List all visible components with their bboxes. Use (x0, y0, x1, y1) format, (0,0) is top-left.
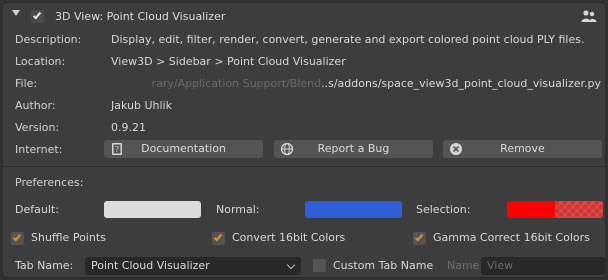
author-value: Jakub Uhlik (111, 99, 172, 112)
report-bug-button[interactable]: Report a Bug (274, 140, 433, 158)
collapse-arrow-icon[interactable] (12, 10, 20, 16)
addon-title: 3D View: Point Cloud Visualizer (55, 10, 226, 23)
location-label: Location: (15, 55, 66, 68)
selection-color-swatch[interactable] (507, 201, 603, 218)
addon-enable-checkbox[interactable] (31, 10, 44, 23)
users-icon (581, 10, 597, 22)
remove-button[interactable]: Remove (443, 140, 602, 158)
name-placeholder: View (487, 259, 514, 272)
selection-color-label: Selection: (416, 203, 471, 216)
internet-label: Internet: (15, 143, 63, 156)
name-label: Name: (447, 259, 484, 272)
custom-tab-checkbox[interactable] (313, 259, 326, 272)
default-color-swatch[interactable] (104, 201, 201, 218)
url-globe-icon (280, 142, 294, 156)
default-color-label: Default: (15, 203, 59, 216)
help-book-icon: ? (112, 143, 122, 155)
remove-label: Remove (500, 142, 545, 155)
normal-color-swatch[interactable] (305, 201, 402, 218)
version-label: Version: (15, 121, 60, 134)
cancel-circle-icon (450, 143, 462, 155)
tab-name-label: Tab Name: (15, 259, 74, 272)
author-label: Author: (15, 99, 56, 112)
custom-tab-name-input[interactable]: View (481, 257, 605, 275)
documentation-label: Documentation (141, 142, 226, 155)
section-divider (3, 166, 605, 167)
location-value: View3D > Sidebar > Point Cloud Visualize… (111, 55, 346, 68)
addon-panel: 3D View: Point Cloud Visualizer Descript… (2, 2, 606, 278)
custom-tab-label: Custom Tab Name (333, 259, 434, 272)
addon-header[interactable]: 3D View: Point Cloud Visualizer (3, 3, 605, 29)
svg-text:?: ? (115, 145, 119, 154)
tab-name-select[interactable]: Point Cloud Visualizer (85, 257, 301, 275)
chevron-down-icon (286, 260, 296, 270)
file-path: ..s/addons/space_view3d_point_cloud_visu… (321, 77, 601, 90)
shuffle-points-label: Shuffle Points (31, 231, 106, 244)
tab-name-value: Point Cloud Visualizer (91, 259, 210, 272)
gamma-correct-label: Gamma Correct 16bit Colors (433, 231, 590, 244)
description-value: Display, edit, filter, render, convert, … (111, 33, 585, 46)
file-value: rary/Application Support/Blend..s/addons… (111, 77, 601, 90)
description-label: Description: (15, 33, 82, 46)
documentation-button[interactable]: ? Documentation (104, 140, 263, 158)
preferences-title: Preferences: (15, 176, 84, 189)
file-path-faded: rary/Application Support/Blend (151, 77, 322, 90)
normal-color-label: Normal: (216, 203, 260, 216)
shuffle-points-checkbox[interactable] (11, 232, 24, 245)
file-label: File: (15, 77, 38, 90)
gamma-correct-checkbox[interactable] (413, 232, 426, 245)
convert-16bit-label: Convert 16bit Colors (232, 231, 346, 244)
convert-16bit-checkbox[interactable] (212, 232, 225, 245)
report-bug-label: Report a Bug (317, 142, 390, 155)
version-value: 0.9.21 (111, 121, 146, 134)
